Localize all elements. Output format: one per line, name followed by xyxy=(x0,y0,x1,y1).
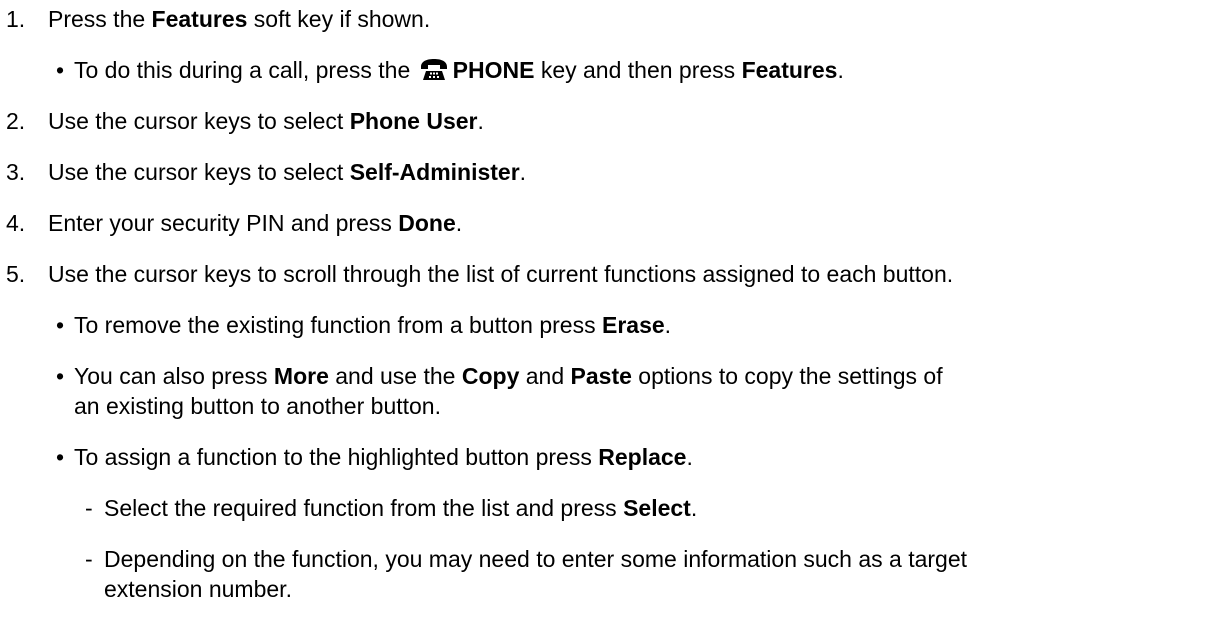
substep-text: To remove the existing function from a b… xyxy=(74,312,672,338)
bullet: • xyxy=(56,363,65,389)
phone-keyword: PHONE xyxy=(452,57,535,83)
step-text: Enter your security PIN and press Done. xyxy=(48,210,463,236)
step-text: Use the cursor keys to select Phone User… xyxy=(48,108,484,134)
self-administer-keyword: Self-Administer xyxy=(349,159,520,185)
erase-keyword: Erase xyxy=(602,312,665,338)
paste-keyword: Paste xyxy=(570,363,632,389)
step-number: 4. xyxy=(6,210,26,236)
copy-keyword: Copy xyxy=(461,363,520,389)
substep-text: You can also press More and use the Copy… xyxy=(74,363,943,389)
select-keyword: Select xyxy=(623,495,691,521)
dash-marker: - xyxy=(85,546,93,572)
step-text: Use the cursor keys to select Self-Admin… xyxy=(48,159,527,185)
features-keyword: Features xyxy=(151,6,248,32)
step-number: 3. xyxy=(6,159,26,185)
subitem-text: Select the required function from the li… xyxy=(104,495,698,521)
step-text: Use the cursor keys to scroll through th… xyxy=(48,261,954,287)
bullet: • xyxy=(56,312,65,338)
bullet: • xyxy=(56,57,65,83)
phone-user-keyword: Phone User xyxy=(349,108,478,134)
substep-text-continuation: an existing button to another button. xyxy=(74,393,441,419)
phone-icon xyxy=(420,59,447,80)
substep-text: To assign a function to the highlighted … xyxy=(74,444,693,470)
step-number: 2. xyxy=(6,108,26,134)
dash-marker: - xyxy=(85,495,93,521)
features-keyword: Features xyxy=(741,57,838,83)
more-keyword: More xyxy=(273,363,329,389)
step-text: Press the Features soft key if shown. xyxy=(48,6,431,32)
bullet: • xyxy=(56,444,65,470)
substep-text: To do this during a call, press the PHON… xyxy=(74,57,844,83)
replace-keyword: Replace xyxy=(598,444,687,470)
subitem-text-continuation: extension number. xyxy=(104,576,292,602)
step-number: 5. xyxy=(6,261,26,287)
step-number: 1. xyxy=(6,6,26,32)
subitem-text: Depending on the function, you may need … xyxy=(104,546,968,572)
done-keyword: Done xyxy=(398,210,456,236)
instruction-document: 1. Press the Features soft key if shown.… xyxy=(0,0,1232,620)
